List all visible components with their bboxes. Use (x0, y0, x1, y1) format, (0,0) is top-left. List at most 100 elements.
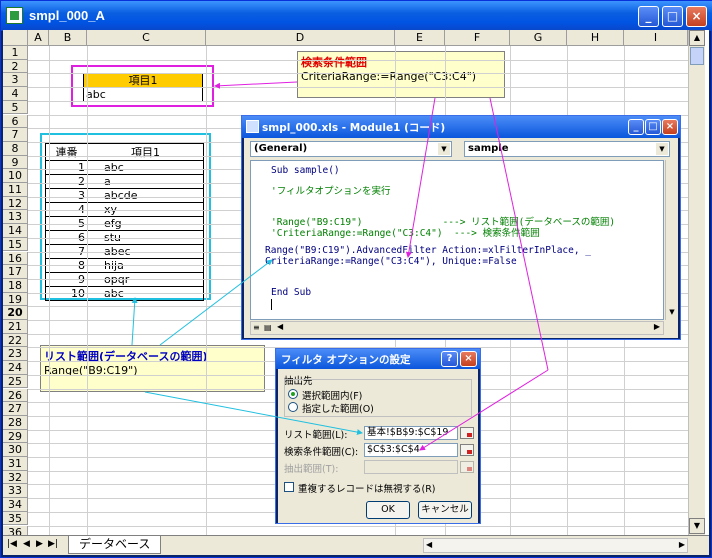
horizontal-scrollbar[interactable]: ◀ ▶ (423, 538, 688, 553)
column-header-F[interactable]: F (445, 30, 510, 46)
row-header-9[interactable]: 9 (3, 155, 28, 170)
row-header-30[interactable]: 30 (3, 443, 28, 457)
scroll-right-arrow-icon[interactable]: ▶ (654, 322, 660, 331)
prev-sheet-icon[interactable]: ◀ (23, 539, 30, 549)
row-header-24[interactable]: 24 (3, 361, 28, 375)
range-select-icon[interactable] (460, 427, 474, 439)
serial-number-cell[interactable]: 1 (45, 160, 88, 175)
row-header-8[interactable]: 8 (3, 141, 28, 156)
row-header-17[interactable]: 17 (3, 265, 28, 279)
advanced-filter-dialog[interactable]: フィルタ オプションの設定 ? × 抽出先 選択範囲内(F) 指定した範囲(O)… (275, 348, 481, 524)
row-header-23[interactable]: 23 (3, 347, 28, 362)
serial-number-cell[interactable]: 3 (45, 188, 88, 203)
list-range-field[interactable]: 基本!$B$9:$C$19 (364, 426, 458, 440)
table-header-cell[interactable]: 連番 (45, 143, 88, 161)
unique-checkbox[interactable] (284, 482, 294, 492)
scroll-right-arrow-icon[interactable]: ▶ (679, 540, 685, 549)
row-header-35[interactable]: 35 (3, 511, 28, 526)
row-header-6[interactable]: 6 (3, 114, 28, 129)
code-vertical-scrollbar[interactable]: ▼ (665, 160, 677, 320)
row-header-5[interactable]: 5 (3, 100, 28, 115)
vertical-scrollbar[interactable]: ▲ ▼ (688, 30, 705, 535)
chevron-down-icon[interactable]: ▼ (656, 143, 668, 155)
row-header-34[interactable]: 34 (3, 498, 28, 512)
dialog-title-bar[interactable]: フィルタ オプションの設定 ? × (276, 349, 480, 369)
row-header-28[interactable]: 28 (3, 415, 28, 430)
row-header-26[interactable]: 26 (3, 388, 28, 403)
radio-unselected-icon[interactable] (288, 402, 298, 412)
row-header-33[interactable]: 33 (3, 484, 28, 499)
scroll-down-arrow-icon[interactable]: ▼ (689, 518, 705, 534)
scroll-left-arrow-icon[interactable]: ◀ (277, 322, 283, 331)
vbe-minimize-button[interactable]: _ (628, 119, 644, 135)
row-header-7[interactable]: 7 (3, 128, 28, 142)
item-cell[interactable]: a (87, 174, 204, 189)
row-header-21[interactable]: 21 (3, 320, 28, 334)
scroll-left-arrow-icon[interactable]: ◀ (426, 540, 432, 549)
column-header-E[interactable]: E (395, 30, 445, 46)
row-header-31[interactable]: 31 (3, 457, 28, 471)
row-header-13[interactable]: 13 (3, 210, 28, 225)
row-header-20[interactable]: 20 (3, 306, 28, 320)
ok-button[interactable]: OK (366, 501, 410, 519)
procedure-view-icon[interactable]: ≡ (253, 323, 263, 333)
column-header-D[interactable]: D (206, 30, 395, 46)
column-header-H[interactable]: H (567, 30, 624, 46)
column-header-A[interactable]: A (28, 30, 49, 46)
row-header-10[interactable]: 10 (3, 169, 28, 183)
cancel-button[interactable]: キャンセル (418, 501, 472, 519)
sheet-tab-database[interactable]: データベース (68, 536, 162, 554)
radio-in-place-label[interactable]: 選択範囲内(F) (302, 388, 362, 402)
row-header-16[interactable]: 16 (3, 251, 28, 266)
radio-copy-label[interactable]: 指定した範囲(O) (302, 401, 374, 415)
row-header-2[interactable]: 2 (3, 59, 28, 74)
next-sheet-icon[interactable]: ▶ (36, 539, 43, 549)
scroll-up-arrow-icon[interactable]: ▲ (689, 30, 705, 46)
row-header-14[interactable]: 14 (3, 224, 28, 238)
row-header-19[interactable]: 19 (3, 292, 28, 307)
close-button[interactable]: × (686, 6, 707, 27)
row-header-36[interactable]: 36 (3, 525, 28, 535)
row-header-15[interactable]: 15 (3, 237, 28, 252)
row-header-32[interactable]: 32 (3, 470, 28, 485)
column-header-C[interactable]: C (87, 30, 206, 46)
minimize-button[interactable]: _ (638, 6, 659, 27)
scroll-down-arrow-icon[interactable]: ▼ (666, 308, 678, 320)
column-header-I[interactable]: I (624, 30, 688, 46)
column-header-B[interactable]: B (49, 30, 87, 46)
procedure-combo[interactable]: sample ▼ (464, 141, 670, 157)
title-bar[interactable]: smpl_000_A _ □ × (1, 1, 712, 31)
select-all-corner[interactable] (3, 30, 28, 46)
radio-selected-icon[interactable] (288, 389, 298, 399)
row-header-4[interactable]: 4 (3, 87, 28, 101)
row-header-27[interactable]: 27 (3, 402, 28, 416)
code-editor[interactable]: Sub sample() 'フィルタオプションを実行 'Range("B9:C1… (250, 160, 664, 320)
maximize-button[interactable]: □ (662, 6, 683, 27)
range-select-icon[interactable] (460, 444, 474, 456)
vbe-code-window[interactable]: smpl_000.xls - Module1 (コード) _ □ × (Gene… (241, 115, 681, 340)
row-header-11[interactable]: 11 (3, 183, 28, 197)
table-header-cell[interactable]: 項目1 (87, 143, 204, 161)
first-sheet-icon[interactable]: |◀ (7, 539, 17, 549)
scroll-thumb[interactable] (690, 47, 704, 65)
module-view-icon[interactable]: ▤ (264, 323, 274, 333)
help-button[interactable]: ? (441, 351, 458, 367)
criteria-range-field[interactable]: $C$3:$C$4 (364, 443, 458, 457)
row-header-3[interactable]: 3 (3, 73, 28, 88)
item-cell[interactable]: abc (87, 160, 204, 175)
row-header-29[interactable]: 29 (3, 429, 28, 444)
code-horizontal-scrollbar[interactable]: ≡ ▤ ◀ ▶ (250, 321, 664, 335)
row-header-25[interactable]: 25 (3, 374, 28, 389)
last-sheet-icon[interactable]: ▶| (48, 539, 58, 549)
object-combo[interactable]: (General) ▼ (250, 141, 452, 157)
chevron-down-icon[interactable]: ▼ (438, 143, 450, 155)
vbe-close-button[interactable]: × (662, 119, 678, 135)
row-header-22[interactable]: 22 (3, 333, 28, 348)
criteria-header-cell[interactable]: 項目1 (84, 74, 202, 88)
row-header-12[interactable]: 12 (3, 196, 28, 211)
column-header-G[interactable]: G (510, 30, 567, 46)
row-header-1[interactable]: 1 (3, 46, 28, 60)
vbe-maximize-button[interactable]: □ (645, 119, 661, 135)
dialog-close-button[interactable]: × (460, 351, 477, 367)
item-cell[interactable]: abcde (87, 188, 204, 203)
